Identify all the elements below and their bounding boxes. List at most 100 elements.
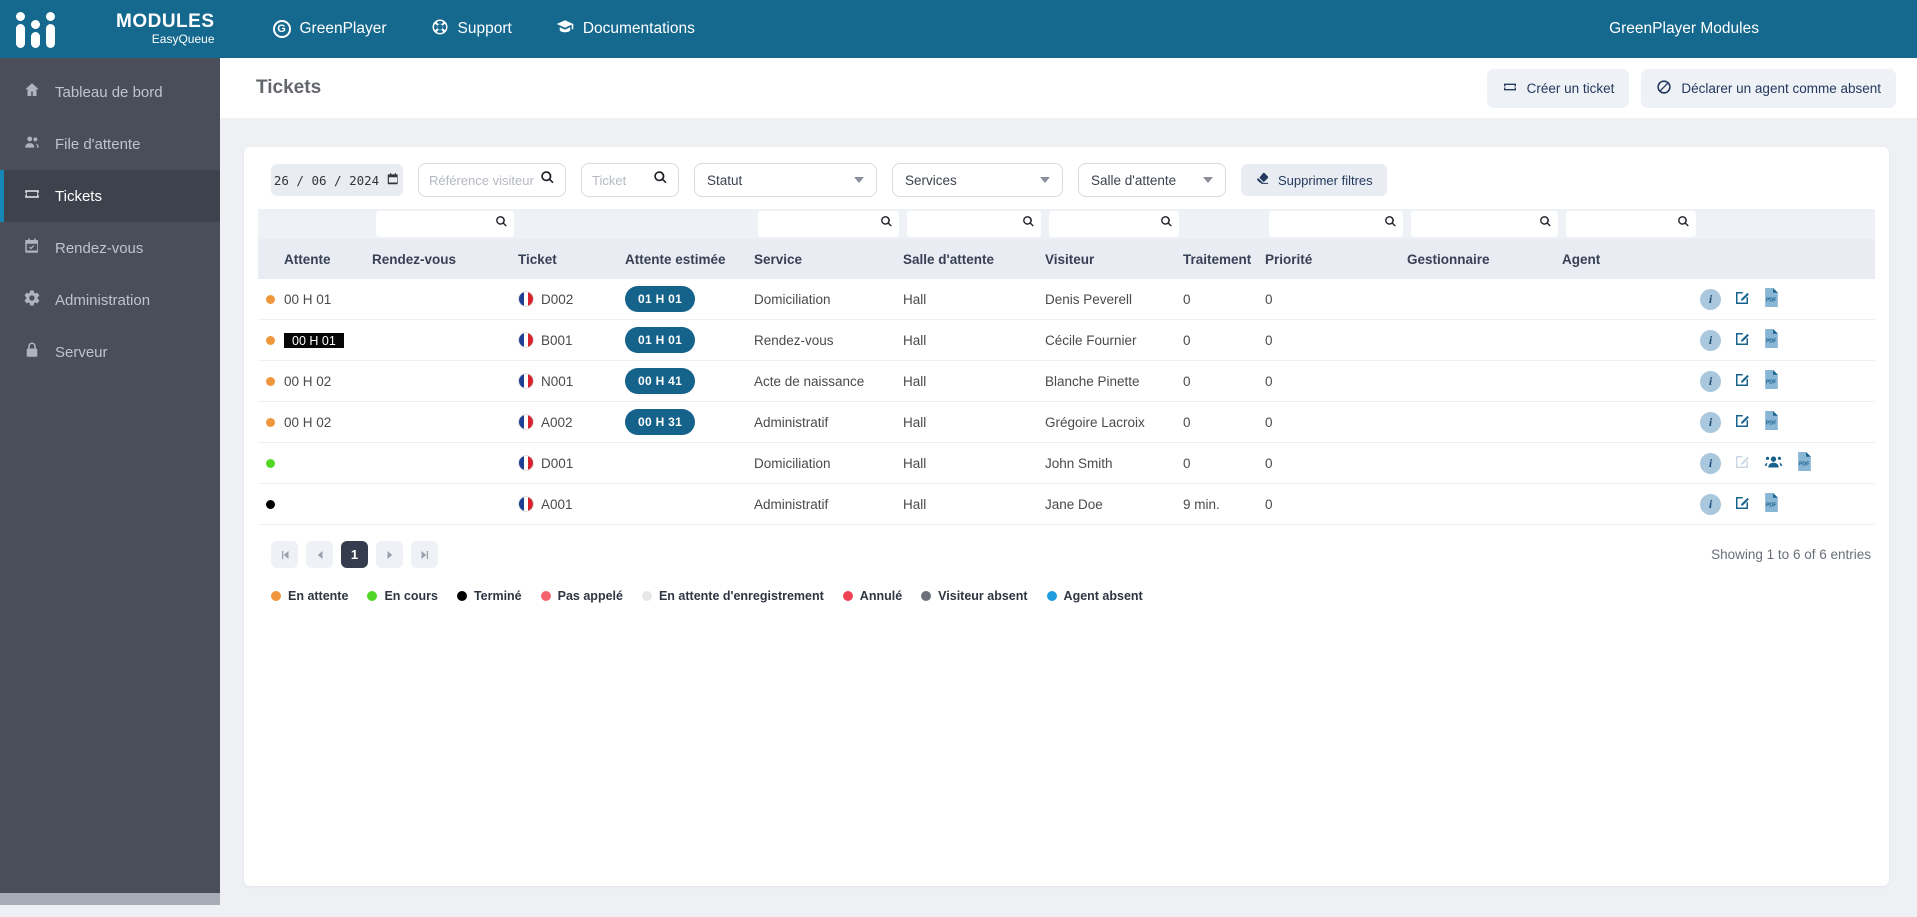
table-row[interactable]: 00 H 02 N001 00 H 41 Acte de naissance H… xyxy=(258,361,1875,402)
search-icon[interactable] xyxy=(1677,215,1690,233)
table-row[interactable]: D001 Domiciliation Hall John Smith 0 0 i… xyxy=(258,443,1875,484)
sidebar-item-administration[interactable]: Administration xyxy=(0,274,220,326)
info-icon[interactable]: i xyxy=(1700,493,1721,515)
legend-item: Visiteur absent xyxy=(921,589,1028,603)
status-dot xyxy=(266,458,275,468)
pdf-icon[interactable]: PDF xyxy=(1796,452,1813,474)
estimated-wait-badge: 01 H 01 xyxy=(625,286,696,312)
services-select[interactable]: Services xyxy=(892,163,1063,197)
column-search-input[interactable] xyxy=(1275,217,1384,231)
wait-time-highlight: 00 H 01 xyxy=(284,332,344,348)
service-cell: Acte de naissance xyxy=(754,373,865,389)
search-icon[interactable] xyxy=(1022,215,1035,233)
next-page-button[interactable] xyxy=(376,541,403,568)
graduation-cap-icon xyxy=(556,18,574,41)
search-icon[interactable] xyxy=(1160,215,1173,233)
sidebar-item-rendez-vous[interactable]: Rendez-vous xyxy=(0,222,220,274)
topbar: MODULES EasyQueue G GreenPlayer Support … xyxy=(0,0,1917,58)
info-icon[interactable]: i xyxy=(1700,370,1721,392)
top-navigation: G GreenPlayer Support Documentations xyxy=(272,18,695,41)
ticket-search-input[interactable] xyxy=(592,172,653,188)
service-cell: Administratif xyxy=(754,496,829,512)
pdf-icon[interactable]: PDF xyxy=(1763,329,1780,351)
traitement-cell: 9 min. xyxy=(1183,496,1220,512)
priorite-cell: 0 xyxy=(1265,496,1273,512)
search-icon[interactable] xyxy=(653,170,668,190)
pdf-icon[interactable]: PDF xyxy=(1763,493,1780,515)
salle-dattente-select[interactable]: Salle d'attente xyxy=(1078,163,1226,197)
col-ticket: Ticket xyxy=(518,251,557,267)
assign-agent-icon[interactable] xyxy=(1763,452,1784,474)
col-gestionnaire: Gestionnaire xyxy=(1407,251,1490,267)
sidebar-item-tableau-de-bord[interactable]: Tableau de bord xyxy=(0,66,220,118)
clear-filters-button[interactable]: Supprimer filtres xyxy=(1241,164,1387,196)
info-icon[interactable]: i xyxy=(1700,288,1721,310)
ticket-cell: D001 xyxy=(518,455,625,471)
sidebar-footer-strip xyxy=(0,893,220,905)
sidebar-item-tickets[interactable]: Tickets xyxy=(0,170,220,222)
greenplayer-icon: G xyxy=(272,20,291,38)
search-icon[interactable] xyxy=(880,215,893,233)
previous-page-button[interactable] xyxy=(306,541,333,568)
edit-icon[interactable] xyxy=(1733,412,1751,433)
nav-greenplayer[interactable]: G GreenPlayer xyxy=(272,20,387,38)
column-search-input[interactable] xyxy=(1417,217,1539,231)
column-search-input[interactable] xyxy=(1572,217,1677,231)
table-row[interactable]: 00 H 01 B001 01 H 01 Rendez-vous Hall Cé… xyxy=(258,320,1875,361)
chevron-down-icon xyxy=(854,177,864,183)
sidebar-item-serveur[interactable]: Serveur xyxy=(0,326,220,378)
info-icon[interactable]: i xyxy=(1700,411,1721,433)
reference-search-input[interactable] xyxy=(429,172,540,188)
page-header: Tickets Créer un ticket Déclarer un agen… xyxy=(220,58,1917,118)
ticket-icon xyxy=(23,185,41,207)
column-search-input[interactable] xyxy=(1055,217,1160,231)
pdf-icon[interactable]: PDF xyxy=(1763,370,1780,392)
edit-icon[interactable] xyxy=(1733,289,1751,310)
search-icon[interactable] xyxy=(1539,215,1552,233)
last-page-button[interactable] xyxy=(411,541,438,568)
nav-documentations[interactable]: Documentations xyxy=(556,18,695,41)
table-row[interactable]: 00 H 01 D002 01 H 01 Domiciliation Hall … xyxy=(258,279,1875,320)
ticket-cell: A001 xyxy=(518,496,625,512)
edit-icon[interactable] xyxy=(1733,494,1751,515)
salle-cell: Hall xyxy=(903,291,927,307)
search-icon[interactable] xyxy=(1384,215,1397,233)
sidebar-item-label: Tableau de bord xyxy=(55,83,163,101)
ticket-cell: B001 xyxy=(518,332,625,348)
edit-icon[interactable] xyxy=(1733,371,1751,392)
info-icon[interactable]: i xyxy=(1700,452,1721,474)
sidebar-item-label: Administration xyxy=(55,291,151,309)
chevron-down-icon xyxy=(1203,177,1213,183)
pdf-icon[interactable]: PDF xyxy=(1763,411,1780,433)
search-icon[interactable] xyxy=(540,170,555,190)
ticket-cell: D002 xyxy=(518,291,625,307)
create-ticket-label: Créer un ticket xyxy=(1526,80,1615,96)
edit-icon-disabled xyxy=(1733,453,1751,474)
column-search-input[interactable] xyxy=(764,217,880,231)
app-logo-icon[interactable] xyxy=(14,8,60,50)
legend-dot xyxy=(842,591,853,601)
status-dot xyxy=(266,417,275,427)
date-filter[interactable]: 26 / 06 / 2024 xyxy=(271,164,403,196)
column-search-gestionnaire xyxy=(1411,211,1558,237)
lock-icon xyxy=(23,341,41,363)
statut-select[interactable]: Statut xyxy=(694,163,877,197)
sidebar-item-file-dattente[interactable]: File d'attente xyxy=(0,118,220,170)
declare-agent-absent-button[interactable]: Déclarer un agent comme absent xyxy=(1641,68,1896,108)
nav-support[interactable]: Support xyxy=(431,18,512,41)
search-icon[interactable] xyxy=(495,215,508,233)
table-row[interactable]: 00 H 02 A002 00 H 31 Administratif Hall … xyxy=(258,402,1875,443)
column-search-input[interactable] xyxy=(382,217,495,231)
column-search-input[interactable] xyxy=(913,217,1022,231)
first-page-button[interactable] xyxy=(271,541,298,568)
page-1-button[interactable]: 1 xyxy=(341,541,368,568)
create-ticket-button[interactable]: Créer un ticket xyxy=(1486,68,1630,108)
column-search-agent xyxy=(1566,211,1696,237)
pdf-icon[interactable]: PDF xyxy=(1763,288,1780,310)
table-row[interactable]: A001 Administratif Hall Jane Doe 9 min. … xyxy=(258,484,1875,525)
info-icon[interactable]: i xyxy=(1700,329,1721,351)
tickets-table: Attente Rendez-vous Ticket Attente estim… xyxy=(258,209,1875,525)
salle-cell: Hall xyxy=(903,455,927,471)
traitement-cell: 0 xyxy=(1183,332,1191,348)
edit-icon[interactable] xyxy=(1733,330,1751,351)
